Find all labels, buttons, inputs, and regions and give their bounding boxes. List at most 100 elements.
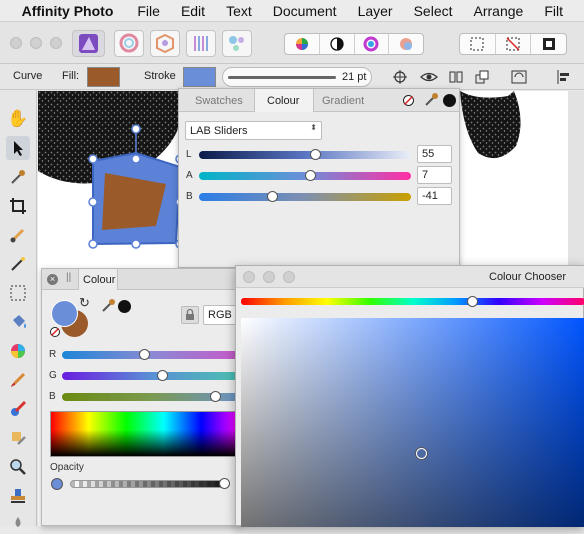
stamp-tool[interactable]	[6, 484, 30, 508]
slider-l-track[interactable]	[199, 151, 411, 159]
slider-g-knob[interactable]	[157, 370, 168, 381]
photo-persona-button[interactable]	[72, 30, 105, 57]
menu-file[interactable]: File	[137, 3, 160, 19]
close-icon[interactable]: ×	[47, 274, 58, 285]
slider-b-knob[interactable]	[267, 191, 278, 202]
colour-picker-tool[interactable]	[6, 165, 30, 189]
slider-b-track[interactable]	[199, 193, 411, 201]
primary-colour-circle[interactable]	[51, 300, 78, 327]
picked-colour-dot[interactable]	[118, 300, 131, 313]
opacity-track[interactable]	[70, 480, 230, 488]
menu-edit[interactable]: Edit	[181, 3, 205, 19]
menu-select[interactable]: Select	[414, 3, 453, 19]
selection-buttons	[459, 33, 567, 55]
sv-picker-knob[interactable]	[416, 448, 427, 459]
slider-r-knob[interactable]	[139, 349, 150, 360]
grip-icon[interactable]: ||	[66, 272, 71, 283]
paint-brush-tool[interactable]	[6, 368, 30, 392]
marquee-icon	[470, 37, 484, 51]
stepper-icon: ⬍	[310, 123, 317, 132]
liquify-persona-button[interactable]	[114, 30, 144, 57]
window-zoom-button[interactable]	[50, 37, 62, 49]
view-tool[interactable]: ✋	[6, 107, 30, 131]
menu-filters[interactable]: Filt	[544, 3, 563, 19]
eyedropper-icon	[11, 170, 25, 184]
slider-r-track[interactable]	[62, 351, 240, 359]
colour-adjust-button[interactable]	[285, 34, 320, 54]
develop-persona-button[interactable]	[150, 30, 180, 57]
lock-button[interactable]	[181, 306, 199, 324]
hue-slider[interactable]	[241, 298, 584, 305]
window-minimize-button[interactable]	[30, 37, 42, 49]
slider-b2-knob[interactable]	[210, 391, 221, 402]
colour-replacement-tool[interactable]	[6, 397, 30, 421]
slider-b-value[interactable]: -41	[417, 187, 452, 205]
slider-a-value[interactable]: 7	[417, 166, 452, 184]
slider-l-knob[interactable]	[310, 149, 321, 160]
colour-spectrum[interactable]	[50, 411, 240, 457]
colour-mode-select[interactable]: LAB Sliders ⬍	[185, 121, 322, 140]
invert-selection-button[interactable]	[531, 34, 566, 54]
picker-icon-floating[interactable]	[100, 298, 116, 314]
picker-icon[interactable]	[423, 92, 439, 108]
deselect-button[interactable]	[496, 34, 532, 54]
menu-document[interactable]: Document	[273, 3, 337, 19]
slider-l-value[interactable]: 55	[417, 145, 452, 163]
slider-a-knob[interactable]	[305, 170, 316, 181]
auto-colour-button[interactable]	[389, 34, 423, 54]
chooser-close-button[interactable]	[243, 271, 255, 283]
blur-tool[interactable]	[6, 510, 30, 534]
tone-mapping-persona-button[interactable]	[186, 30, 216, 57]
contrast-button[interactable]	[320, 34, 355, 54]
tab-colour-active[interactable]: Colour	[254, 89, 314, 112]
move-tool[interactable]	[6, 136, 30, 160]
opacity-knob[interactable]	[219, 478, 230, 489]
chooser-zoom-button[interactable]	[283, 271, 295, 283]
flood-fill-tool[interactable]	[6, 310, 30, 334]
gradient-tool[interactable]	[6, 339, 30, 363]
swap-colours-icon[interactable]: ↻	[79, 295, 90, 311]
stroke-width-slider[interactable]: 21 pt	[222, 67, 372, 87]
hue-knob[interactable]	[467, 296, 478, 307]
current-colour-dot[interactable]	[443, 94, 456, 107]
align-left-icon[interactable]	[556, 69, 572, 85]
menu-app[interactable]: Affinity Photo	[22, 3, 114, 19]
hand-icon: ✋	[7, 109, 29, 128]
export-persona-button[interactable]	[222, 30, 252, 57]
invert-icon	[542, 38, 555, 50]
marquee-button[interactable]	[460, 34, 496, 54]
arrange-icon[interactable]	[474, 69, 490, 85]
selection-brush-tool[interactable]	[6, 223, 30, 247]
stamp-icon	[11, 489, 25, 503]
align-icon[interactable]	[448, 69, 464, 85]
no-fill-icon[interactable]	[402, 94, 415, 107]
stroke-label: Stroke	[144, 70, 176, 82]
saturation-value-field[interactable]	[241, 318, 584, 527]
slider-l-label: L	[186, 149, 192, 160]
tool-name: Curve	[13, 70, 43, 82]
transform-icon[interactable]	[510, 69, 528, 85]
menu-arrange[interactable]: Arrange	[474, 3, 524, 19]
marquee-tool[interactable]	[6, 281, 30, 305]
hsl-button[interactable]	[355, 34, 390, 54]
zoom-tool[interactable]	[6, 455, 30, 479]
eye-icon[interactable]	[420, 69, 438, 85]
colour-mode-value: LAB Sliders	[190, 124, 248, 137]
tab-colour-floating[interactable]: Colour	[78, 269, 118, 290]
colour-studio-panel: Swatches Colour Gradient LAB Sliders ⬍ L…	[178, 88, 460, 268]
chooser-minimize-button[interactable]	[263, 271, 275, 283]
tab-gradient[interactable]: Gradient	[322, 95, 364, 107]
menu-layer[interactable]: Layer	[358, 3, 393, 19]
no-colour-icon[interactable]	[49, 326, 61, 338]
crosshair-icon[interactable]	[392, 69, 408, 85]
clone-tool[interactable]	[6, 426, 30, 450]
window-close-button[interactable]	[10, 37, 22, 49]
crop-tool[interactable]	[6, 194, 30, 218]
stroke-swatch[interactable]	[183, 67, 216, 87]
slider-g-track[interactable]	[62, 372, 240, 380]
flood-select-tool[interactable]	[6, 252, 30, 276]
stroke-width-value: 21 pt	[342, 71, 367, 83]
fill-swatch[interactable]	[87, 67, 120, 87]
menu-text[interactable]: Text	[226, 3, 252, 19]
tab-swatches[interactable]: Swatches	[195, 95, 243, 107]
